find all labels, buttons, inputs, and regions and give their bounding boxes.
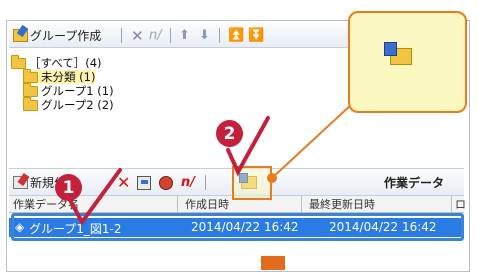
step-badge-1: 1 bbox=[55, 174, 82, 201]
next-step-arrow bbox=[261, 256, 285, 270]
move-to-group-zoom-icon bbox=[382, 40, 412, 66]
step-badge-2: 2 bbox=[216, 120, 243, 147]
